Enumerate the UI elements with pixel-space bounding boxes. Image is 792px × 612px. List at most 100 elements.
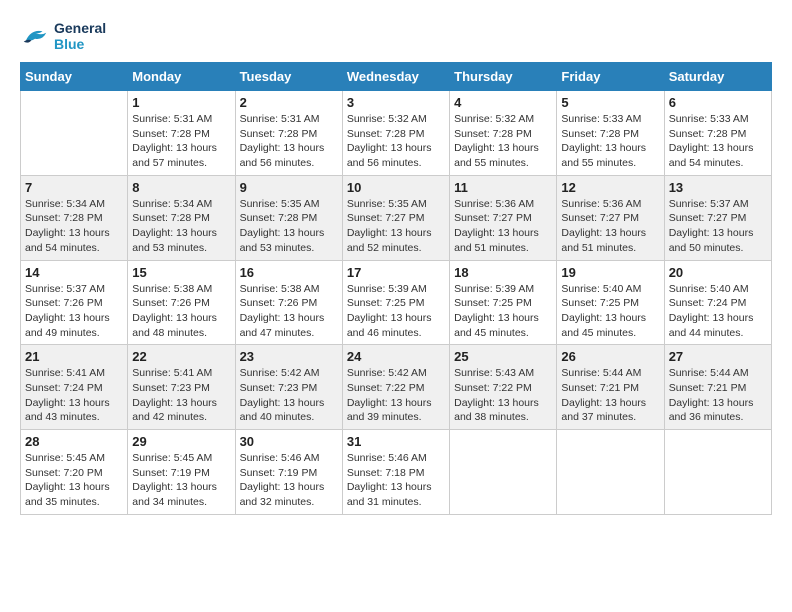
day-number: 2 bbox=[240, 95, 338, 110]
day-info: Sunrise: 5:31 AMSunset: 7:28 PMDaylight:… bbox=[240, 112, 338, 171]
day-number: 1 bbox=[132, 95, 230, 110]
calendar-day-cell: 19 Sunrise: 5:40 AMSunset: 7:25 PMDayligh… bbox=[557, 260, 664, 345]
day-info: Sunrise: 5:42 AMSunset: 7:22 PMDaylight:… bbox=[347, 366, 445, 425]
calendar-table: SundayMondayTuesdayWednesdayThursdayFrid… bbox=[20, 62, 772, 515]
day-number: 7 bbox=[25, 180, 123, 195]
day-info: Sunrise: 5:33 AMSunset: 7:28 PMDaylight:… bbox=[669, 112, 767, 171]
day-info: Sunrise: 5:37 AMSunset: 7:27 PMDaylight:… bbox=[669, 197, 767, 256]
calendar-day-cell: 30Sunrise: 5:46 AMSunset: 7:19 PMDayligh… bbox=[235, 430, 342, 515]
day-number: 9 bbox=[240, 180, 338, 195]
day-info: Sunrise: 5:40 AMSunset: 7:24 PMDaylight:… bbox=[669, 282, 767, 341]
calendar-day-cell: 18 Sunrise: 5:39 AMSunset: 7:25 PMDayligh… bbox=[450, 260, 557, 345]
calendar-week-row: 21 Sunrise: 5:41 AMSunset: 7:24 PMDayligh… bbox=[21, 345, 772, 430]
day-info: Sunrise: 5:32 AMSunset: 7:28 PMDaylight:… bbox=[454, 112, 552, 171]
calendar-day-cell: 1 Sunrise: 5:31 AMSunset: 7:28 PMDaylight… bbox=[128, 91, 235, 176]
day-info: Sunrise: 5:38 AMSunset: 7:26 PMDaylight:… bbox=[240, 282, 338, 341]
day-of-week-header: Monday bbox=[128, 63, 235, 91]
day-number: 4 bbox=[454, 95, 552, 110]
calendar-day-cell: 29 Sunrise: 5:45 AMSunset: 7:19 PMDayligh… bbox=[128, 430, 235, 515]
day-number: 5 bbox=[561, 95, 659, 110]
calendar-day-cell: 27Sunrise: 5:44 AMSunset: 7:21 PMDayligh… bbox=[664, 345, 771, 430]
day-info: Sunrise: 5:40 AMSunset: 7:25 PMDaylight:… bbox=[561, 282, 659, 341]
calendar-day-cell: 21 Sunrise: 5:41 AMSunset: 7:24 PMDayligh… bbox=[21, 345, 128, 430]
calendar-day-cell: 5 Sunrise: 5:33 AMSunset: 7:28 PMDaylight… bbox=[557, 91, 664, 176]
day-info: Sunrise: 5:34 AMSunset: 7:28 PMDaylight:… bbox=[25, 197, 123, 256]
calendar-day-cell: 25 Sunrise: 5:43 AMSunset: 7:22 PMDayligh… bbox=[450, 345, 557, 430]
calendar-day-cell: 17 Sunrise: 5:39 AMSunset: 7:25 PMDayligh… bbox=[342, 260, 449, 345]
day-number: 28 bbox=[25, 434, 123, 449]
calendar-day-cell: 10Sunrise: 5:35 AMSunset: 7:27 PMDayligh… bbox=[342, 175, 449, 260]
day-of-week-header: Saturday bbox=[664, 63, 771, 91]
day-of-week-header: Wednesday bbox=[342, 63, 449, 91]
day-info: Sunrise: 5:37 AMSunset: 7:26 PMDaylight:… bbox=[25, 282, 123, 341]
day-number: 29 bbox=[132, 434, 230, 449]
calendar-day-cell bbox=[557, 430, 664, 515]
calendar-day-cell: 2 Sunrise: 5:31 AMSunset: 7:28 PMDaylight… bbox=[235, 91, 342, 176]
day-info: Sunrise: 5:39 AMSunset: 7:25 PMDaylight:… bbox=[347, 282, 445, 341]
day-of-week-header: Sunday bbox=[21, 63, 128, 91]
calendar-day-cell: 12 Sunrise: 5:36 AMSunset: 7:27 PMDayligh… bbox=[557, 175, 664, 260]
day-info: Sunrise: 5:36 AMSunset: 7:27 PMDaylight:… bbox=[454, 197, 552, 256]
calendar-day-cell: 26Sunrise: 5:44 AMSunset: 7:21 PMDayligh… bbox=[557, 345, 664, 430]
calendar-day-cell: 7 Sunrise: 5:34 AMSunset: 7:28 PMDaylight… bbox=[21, 175, 128, 260]
logo-text-line2: Blue bbox=[54, 36, 106, 52]
calendar-day-cell: 14Sunrise: 5:37 AMSunset: 7:26 PMDayligh… bbox=[21, 260, 128, 345]
day-of-week-header: Tuesday bbox=[235, 63, 342, 91]
day-info: Sunrise: 5:34 AMSunset: 7:28 PMDaylight:… bbox=[132, 197, 230, 256]
day-number: 8 bbox=[132, 180, 230, 195]
day-info: Sunrise: 5:46 AMSunset: 7:19 PMDaylight:… bbox=[240, 451, 338, 510]
day-number: 22 bbox=[132, 349, 230, 364]
logo: General Blue bbox=[20, 20, 106, 52]
calendar-day-cell: 20 Sunrise: 5:40 AMSunset: 7:24 PMDayligh… bbox=[664, 260, 771, 345]
day-number: 23 bbox=[240, 349, 338, 364]
calendar-day-cell: 6 Sunrise: 5:33 AMSunset: 7:28 PMDaylight… bbox=[664, 91, 771, 176]
day-number: 18 bbox=[454, 265, 552, 280]
calendar-week-row: 28Sunrise: 5:45 AMSunset: 7:20 PMDayligh… bbox=[21, 430, 772, 515]
day-number: 26 bbox=[561, 349, 659, 364]
day-info: Sunrise: 5:43 AMSunset: 7:22 PMDaylight:… bbox=[454, 366, 552, 425]
calendar-day-cell bbox=[21, 91, 128, 176]
day-info: Sunrise: 5:38 AMSunset: 7:26 PMDaylight:… bbox=[132, 282, 230, 341]
day-number: 11 bbox=[454, 180, 552, 195]
calendar-week-row: 14Sunrise: 5:37 AMSunset: 7:26 PMDayligh… bbox=[21, 260, 772, 345]
calendar-day-cell: 22Sunrise: 5:41 AMSunset: 7:23 PMDayligh… bbox=[128, 345, 235, 430]
calendar-day-cell: 13 Sunrise: 5:37 AMSunset: 7:27 PMDayligh… bbox=[664, 175, 771, 260]
calendar-day-cell: 3Sunrise: 5:32 AMSunset: 7:28 PMDaylight… bbox=[342, 91, 449, 176]
calendar-day-cell: 11 Sunrise: 5:36 AMSunset: 7:27 PMDayligh… bbox=[450, 175, 557, 260]
day-info: Sunrise: 5:36 AMSunset: 7:27 PMDaylight:… bbox=[561, 197, 659, 256]
logo-text-line1: General bbox=[54, 20, 106, 36]
day-number: 3 bbox=[347, 95, 445, 110]
calendar-day-cell: 9 Sunrise: 5:35 AMSunset: 7:28 PMDaylight… bbox=[235, 175, 342, 260]
day-number: 24 bbox=[347, 349, 445, 364]
day-info: Sunrise: 5:44 AMSunset: 7:21 PMDaylight:… bbox=[669, 366, 767, 425]
day-number: 13 bbox=[669, 180, 767, 195]
calendar-header-row: SundayMondayTuesdayWednesdayThursdayFrid… bbox=[21, 63, 772, 91]
day-info: Sunrise: 5:42 AMSunset: 7:23 PMDaylight:… bbox=[240, 366, 338, 425]
day-info: Sunrise: 5:39 AMSunset: 7:25 PMDaylight:… bbox=[454, 282, 552, 341]
day-number: 25 bbox=[454, 349, 552, 364]
day-number: 6 bbox=[669, 95, 767, 110]
day-of-week-header: Friday bbox=[557, 63, 664, 91]
calendar-day-cell: 16Sunrise: 5:38 AMSunset: 7:26 PMDayligh… bbox=[235, 260, 342, 345]
day-number: 15 bbox=[132, 265, 230, 280]
calendar-day-cell: 23 Sunrise: 5:42 AMSunset: 7:23 PMDayligh… bbox=[235, 345, 342, 430]
day-info: Sunrise: 5:46 AMSunset: 7:18 PMDaylight:… bbox=[347, 451, 445, 510]
logo-icon bbox=[20, 24, 50, 49]
calendar-day-cell: 31 Sunrise: 5:46 AMSunset: 7:18 PMDayligh… bbox=[342, 430, 449, 515]
day-info: Sunrise: 5:45 AMSunset: 7:19 PMDaylight:… bbox=[132, 451, 230, 510]
day-number: 31 bbox=[347, 434, 445, 449]
calendar-day-cell: 4 Sunrise: 5:32 AMSunset: 7:28 PMDaylight… bbox=[450, 91, 557, 176]
day-info: Sunrise: 5:41 AMSunset: 7:24 PMDaylight:… bbox=[25, 366, 123, 425]
calendar-day-cell bbox=[664, 430, 771, 515]
day-number: 21 bbox=[25, 349, 123, 364]
day-number: 10 bbox=[347, 180, 445, 195]
day-number: 17 bbox=[347, 265, 445, 280]
day-number: 12 bbox=[561, 180, 659, 195]
day-number: 20 bbox=[669, 265, 767, 280]
day-info: Sunrise: 5:33 AMSunset: 7:28 PMDaylight:… bbox=[561, 112, 659, 171]
calendar-day-cell: 28Sunrise: 5:45 AMSunset: 7:20 PMDayligh… bbox=[21, 430, 128, 515]
day-number: 19 bbox=[561, 265, 659, 280]
day-info: Sunrise: 5:31 AMSunset: 7:28 PMDaylight:… bbox=[132, 112, 230, 171]
day-info: Sunrise: 5:35 AMSunset: 7:28 PMDaylight:… bbox=[240, 197, 338, 256]
calendar-day-cell: 8 Sunrise: 5:34 AMSunset: 7:28 PMDaylight… bbox=[128, 175, 235, 260]
